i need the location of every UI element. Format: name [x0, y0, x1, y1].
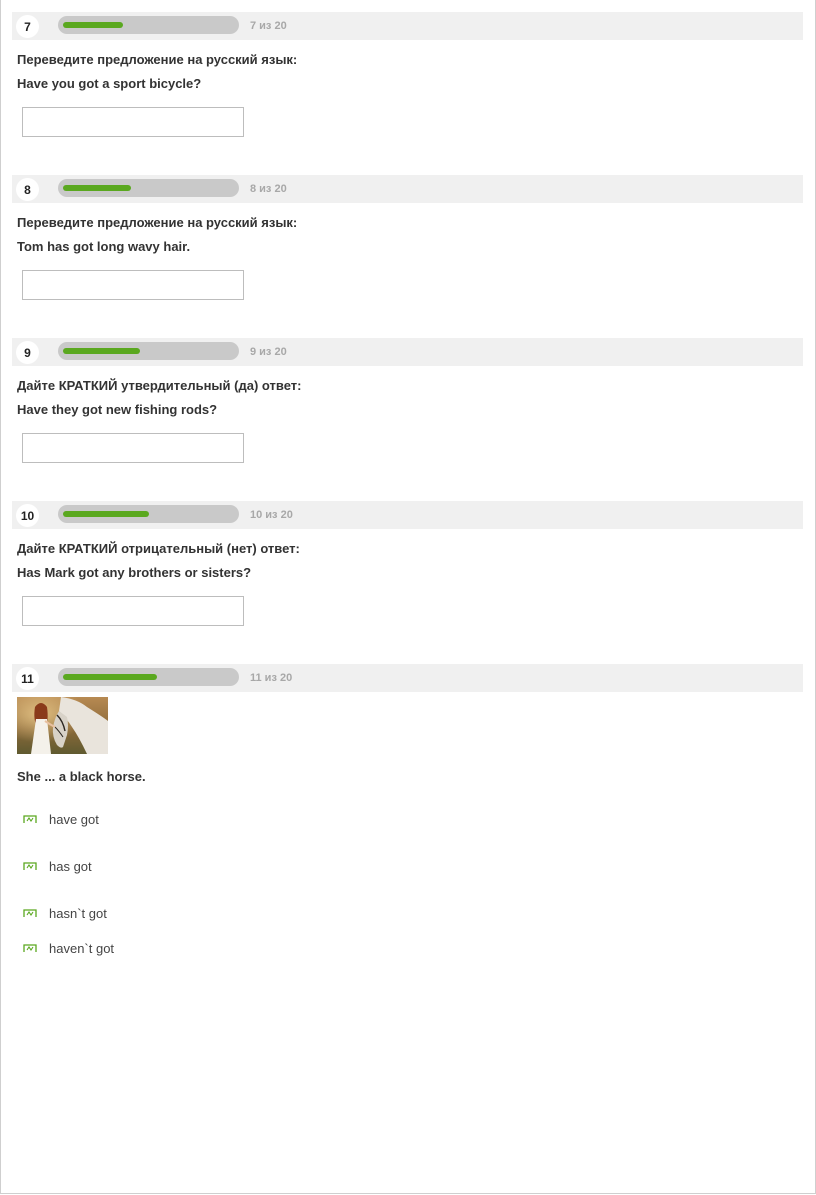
question-sentence: Has Mark got any brothers or sisters?	[17, 565, 252, 580]
question-10-header: 10 10 из 20	[12, 501, 803, 529]
question-counter: 8 из 20	[250, 183, 287, 195]
question-8-header: 8 8 из 20	[12, 175, 803, 203]
question-counter: 9 из 20	[250, 346, 287, 358]
progress-track	[58, 505, 239, 523]
question-instruction: Дайте КРАТКИЙ отрицательный (нет) ответ:	[17, 541, 300, 556]
question-counter: 7 из 20	[250, 20, 287, 32]
progress-track	[58, 668, 239, 686]
answer-input[interactable]	[22, 433, 244, 463]
progress-fill	[63, 22, 123, 28]
question-9-header: 9 9 из 20	[12, 338, 803, 366]
question-sentence: Have you got a sport bicycle?	[17, 76, 202, 91]
question-number: 10	[16, 504, 39, 527]
answer-option[interactable]: hasn`t got	[23, 906, 107, 921]
question-counter: 10 из 20	[250, 509, 293, 521]
question-7-header: 7 7 из 20	[12, 12, 803, 40]
option-label: haven`t got	[49, 941, 115, 956]
progress-fill	[63, 185, 131, 191]
checkbox-icon[interactable]	[23, 944, 37, 953]
option-label: has got	[49, 859, 92, 874]
progress-track	[58, 342, 239, 360]
answer-option[interactable]: have got	[23, 812, 99, 827]
option-label: hasn`t got	[49, 906, 107, 921]
checkbox-icon[interactable]	[23, 815, 37, 824]
answer-option[interactable]: haven`t got	[23, 941, 114, 956]
answer-input[interactable]	[22, 596, 244, 626]
question-sentence: Tom has got long wavy hair.	[17, 239, 191, 254]
question-number: 7	[16, 15, 39, 38]
progress-track	[58, 179, 239, 197]
question-counter: 11 из 20	[250, 672, 293, 684]
question-instruction: Дайте КРАТКИЙ утвердительный (да) ответ:	[17, 378, 302, 393]
answer-input[interactable]	[22, 270, 244, 300]
checkbox-icon[interactable]	[23, 862, 37, 871]
checkbox-icon[interactable]	[23, 909, 37, 918]
answer-input[interactable]	[22, 107, 244, 137]
progress-fill	[63, 674, 157, 680]
question-instruction: Переведите предложение на русский язык:	[17, 52, 298, 67]
option-label: have got	[49, 812, 99, 827]
progress-fill	[63, 348, 140, 354]
answer-option[interactable]: has got	[23, 859, 92, 874]
question-sentence: She ... a black horse.	[17, 769, 146, 784]
question-instruction: Переведите предложение на русский язык:	[17, 215, 298, 230]
question-number: 11	[16, 667, 39, 690]
question-number: 9	[16, 341, 39, 364]
girl-with-horse-photo	[17, 697, 108, 754]
question-sentence: Have they got new fishing rods?	[17, 402, 218, 417]
progress-track	[58, 16, 239, 34]
question-number: 8	[16, 178, 39, 201]
question-11-header: 11 11 из 20	[12, 664, 803, 692]
progress-fill	[63, 511, 149, 517]
